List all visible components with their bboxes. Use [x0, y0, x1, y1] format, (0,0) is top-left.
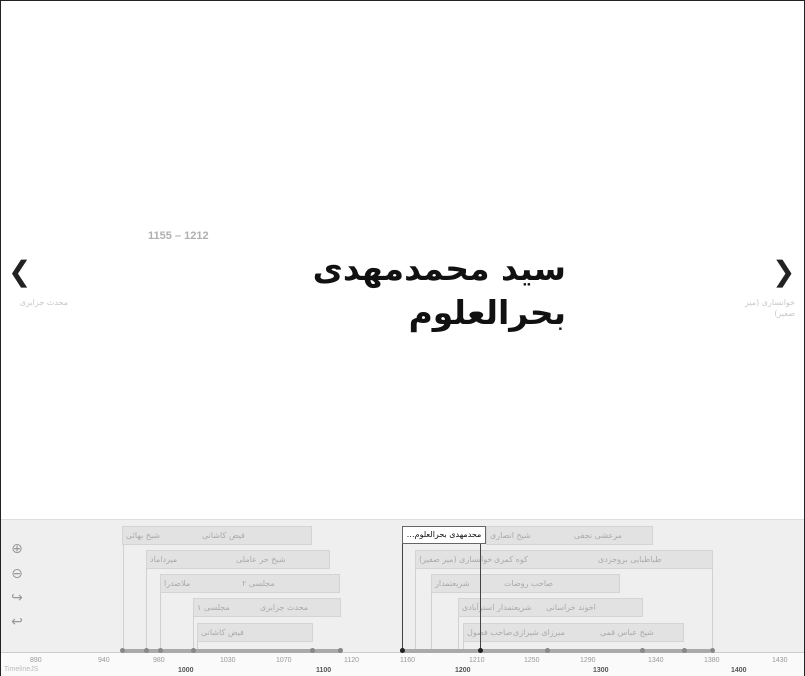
timeline-item-label: صاحب فصول	[467, 628, 513, 637]
era-band	[122, 649, 342, 653]
axis-tick: 1030	[220, 657, 236, 664]
axis-marker-active	[478, 648, 483, 653]
timeline-item-label: فیض کاشانی	[202, 531, 245, 540]
timeline-item-label: ملاصدرا	[164, 579, 191, 588]
axis-tick: 1290	[580, 657, 596, 664]
axis-tick: 1160	[400, 657, 416, 664]
timeline-item-label: اخوند خراسانی	[546, 603, 596, 612]
timeline-item-label: شریعتمدار	[435, 579, 470, 588]
axis-major-tick: 1300	[593, 667, 609, 674]
axis-marker	[158, 648, 163, 653]
timeline-item-label: شیخ حر عاملی	[236, 555, 286, 564]
timeline-item-label: طباطبایی بروجردی	[598, 555, 662, 564]
axis-tick: 980	[153, 657, 165, 664]
time-axis	[1, 652, 804, 676]
next-slide-button[interactable]: ❯	[772, 256, 795, 288]
axis-tick: 1250	[524, 657, 540, 664]
timeline-item-label: میرزای شیرازی	[513, 628, 565, 637]
slide-headline: سید محمدمهدی بحرالعلوم	[312, 249, 566, 332]
chevron-right-icon: ❯	[772, 255, 796, 288]
axis-marker	[710, 648, 715, 653]
timeline-item-label: میرداماد	[150, 555, 178, 564]
timeline-item-label: خوانساری (میر صفیر)	[419, 555, 493, 564]
timeline-item-label: شیخ بهائی	[126, 531, 161, 540]
timeline-item-label: محدث جزایری	[260, 603, 309, 612]
back-to-start-icon[interactable]: ↪	[8, 590, 26, 606]
zoom-in-icon[interactable]: ⊕	[8, 541, 26, 557]
timeline-item-label: شیخ انصاری	[490, 531, 531, 540]
timeline-item-label: مجلسی ۲	[242, 579, 275, 588]
axis-major-tick: 1200	[455, 667, 471, 674]
timeline-item-label: مجلسی ۱	[197, 603, 230, 612]
axis-marker	[682, 648, 687, 653]
prev-slide-button[interactable]: ❮	[8, 256, 31, 288]
axis-marker	[310, 648, 315, 653]
slide-date: 1155 – 1212	[148, 230, 209, 242]
axis-marker-active	[400, 648, 405, 653]
chevron-left-icon: ❮	[8, 255, 32, 288]
axis-tick: 1070	[276, 657, 292, 664]
axis-tick: 1210	[469, 657, 485, 664]
undo-icon[interactable]: ↩	[8, 614, 26, 630]
timeline-item-label: شریعتمدار استرآبادی	[462, 603, 532, 612]
axis-tick: 890	[30, 657, 42, 664]
axis-major-tick: 1000	[178, 667, 194, 674]
timeline-item-label: فیض کاشانی	[201, 628, 244, 637]
axis-marker	[120, 648, 125, 653]
era-band	[400, 649, 710, 653]
axis-marker	[144, 648, 149, 653]
axis-major-tick: 1100	[316, 667, 332, 674]
next-slide-label[interactable]: خوانساری (میر صفیر)	[735, 297, 795, 319]
axis-major-tick: 1400	[731, 667, 747, 674]
axis-tick: 1430	[772, 657, 788, 664]
axis-tick: 1380	[704, 657, 720, 664]
timeline-item-active[interactable]: محدمهدی بحرالعلوم…	[402, 526, 486, 544]
axis-marker	[640, 648, 645, 653]
axis-marker	[545, 648, 550, 653]
axis-tick: 940	[98, 657, 110, 664]
timeline-item-label: صاحب روضات	[504, 579, 554, 588]
axis-marker	[191, 648, 196, 653]
axis-tick: 1340	[648, 657, 664, 664]
timelinejs-logo[interactable]: TimelineJS	[4, 666, 38, 673]
active-marker-line	[480, 544, 481, 652]
active-marker-line	[402, 544, 403, 652]
axis-tick: 1120	[344, 657, 360, 664]
timeline-item-label: کوه کمری	[494, 555, 528, 564]
zoom-out-icon[interactable]: ⊖	[8, 566, 26, 582]
timeline-item-label: مرعشی نجفی	[574, 531, 622, 540]
axis-marker	[338, 648, 343, 653]
timeline-item-label: شیخ عباس قمی	[600, 628, 654, 637]
prev-slide-label[interactable]: محدث جزایری	[8, 297, 68, 308]
brand-label: TimelineJS	[4, 666, 39, 673]
